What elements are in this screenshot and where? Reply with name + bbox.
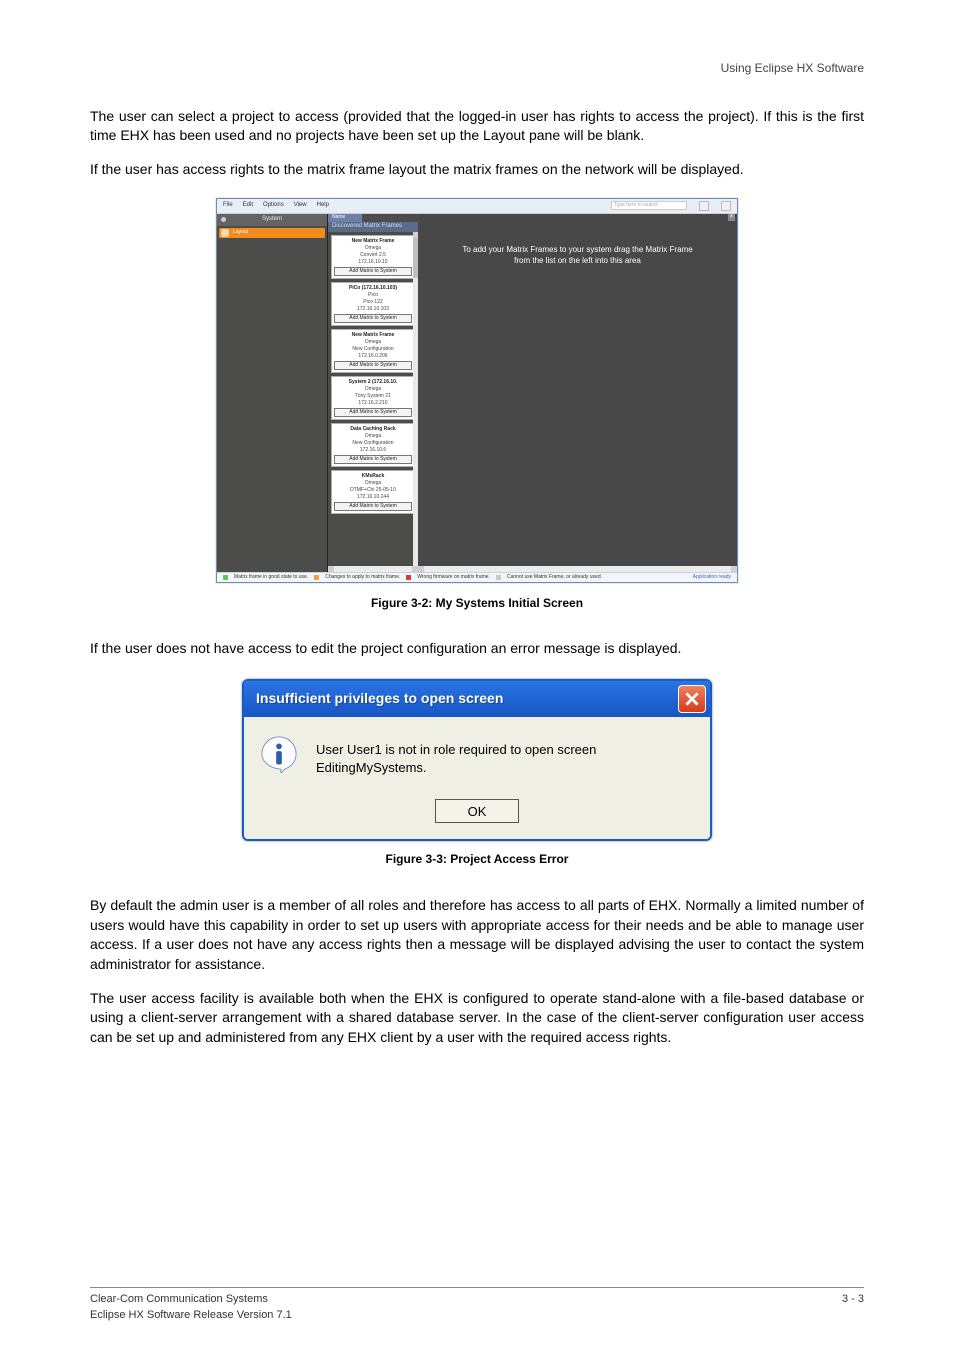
- footer-left: Clear-Com Communication Systems: [90, 1292, 292, 1307]
- frame-card[interactable]: PiCo (172.16.10.103) Pico Pico 122 172.1…: [331, 282, 415, 326]
- frame-line: 172.16.10.244: [334, 494, 412, 501]
- paragraph: If the user has access rights to the mat…: [90, 160, 864, 180]
- add-matrix-button[interactable]: Add Matrix to System: [334, 455, 412, 464]
- frame-title: PiCo (172.16.10.103): [334, 285, 412, 292]
- gear-icon: [221, 217, 226, 222]
- dialog-title-text: Insufficient privileges to open screen: [256, 689, 503, 709]
- dialog-titlebar: Insufficient privileges to open screen: [244, 681, 710, 717]
- status-text: Changes to apply to matrix frame.: [325, 574, 400, 581]
- menu-options[interactable]: Options: [263, 201, 284, 209]
- footer-center: Eclipse HX Software Release Version 7.1: [90, 1308, 292, 1323]
- frames-panel: Name Discovered Matrix Frames New Matrix…: [328, 214, 418, 572]
- add-matrix-button[interactable]: Add Matrix to System: [334, 267, 412, 276]
- frame-title: System 2 (172.16.10.: [334, 379, 412, 386]
- frame-line: 172.16.10.6: [334, 447, 412, 454]
- frame-line: Omega: [334, 433, 412, 440]
- ok-button[interactable]: OK: [435, 799, 519, 823]
- menu-help[interactable]: Help: [317, 201, 329, 209]
- scrollbar-horizontal[interactable]: [328, 566, 418, 572]
- status-dot-green: [223, 575, 228, 580]
- search-icon[interactable]: [699, 201, 709, 211]
- menu-file[interactable]: File: [223, 201, 233, 209]
- close-icon[interactable]: ×: [728, 214, 735, 221]
- status-text: Matrix frame in good state to use.: [234, 574, 308, 581]
- frame-card[interactable]: New Matrix Frame Omega Convert 2.5 172.1…: [331, 235, 415, 279]
- name-tab[interactable]: Name: [328, 214, 362, 222]
- frame-line: Omega: [334, 480, 412, 487]
- frame-line: New Configuration: [334, 440, 412, 447]
- drop-area[interactable]: × To add your Matrix Frames to your syst…: [418, 214, 737, 572]
- figure-caption: Figure 3-3: Project Access Error: [90, 851, 864, 868]
- frame-card[interactable]: KMsRack Omega DTMF+Chi 25-05-10 172.16.1…: [331, 470, 415, 514]
- search-input[interactable]: Type here to search: [611, 201, 687, 210]
- frame-title: Data Caching Rack: [334, 426, 412, 433]
- running-title: Using Eclipse HX Software: [90, 60, 864, 77]
- status-text: Wrong firmware on matrix frame.: [417, 574, 490, 581]
- menubar: File Edit Options View Help Type here to…: [217, 199, 737, 214]
- add-matrix-button[interactable]: Add Matrix to System: [334, 314, 412, 323]
- error-dialog: Insufficient privileges to open screen U…: [242, 679, 712, 841]
- frame-line: Tony System 21: [334, 393, 412, 400]
- toolbar-icon[interactable]: [721, 201, 731, 211]
- frame-card[interactable]: New Matrix Frame Omega New Configuration…: [331, 329, 415, 373]
- figure-caption: Figure 3-2: My Systems Initial Screen: [90, 595, 864, 612]
- nav-layout[interactable]: Layout: [219, 228, 325, 238]
- frame-line: 172.16.10.103: [334, 306, 412, 313]
- nav-label: Layout: [233, 229, 248, 236]
- discovered-header: Discovered Matrix Frames: [328, 222, 418, 232]
- frame-line: 172.16.2.210: [334, 400, 412, 407]
- status-dot-orange: [314, 575, 319, 580]
- status-text: Cannot use Matrix Frame, or already used…: [507, 574, 602, 581]
- status-dot-gray: [496, 575, 501, 580]
- left-panel: System Layout: [217, 214, 328, 572]
- paragraph: The user access facility is available bo…: [90, 989, 864, 1048]
- app-window: File Edit Options View Help Type here to…: [216, 198, 738, 583]
- add-matrix-button[interactable]: Add Matrix to System: [334, 361, 412, 370]
- footer-pagenum: 3 - 3: [842, 1292, 864, 1323]
- close-icon[interactable]: [678, 685, 706, 713]
- status-bar: Matrix frame in good state to use. Chang…: [217, 572, 737, 582]
- paragraph: If the user does not have access to edit…: [90, 639, 864, 659]
- frame-line: Pico: [334, 292, 412, 299]
- frame-line: Omega: [334, 386, 412, 393]
- frame-line: Omega: [334, 339, 412, 346]
- paragraph: By default the admin user is a member of…: [90, 896, 864, 974]
- frame-line: Pico 122: [334, 299, 412, 306]
- add-matrix-button[interactable]: Add Matrix to System: [334, 408, 412, 417]
- frame-line: 172.16.10.10: [334, 259, 412, 266]
- frame-title: New Matrix Frame: [334, 332, 412, 339]
- frame-title: KMsRack: [334, 473, 412, 480]
- frame-line: Omega: [334, 245, 412, 252]
- frame-line: New Configuration: [334, 346, 412, 353]
- frame-card[interactable]: System 2 (172.16.10. Omega Tony System 2…: [331, 376, 415, 420]
- system-header: System: [217, 214, 327, 226]
- frame-line: Convert 2.5: [334, 252, 412, 259]
- status-ready: Application ready: [693, 574, 731, 581]
- page-footer: Clear-Com Communication Systems Eclipse …: [90, 1287, 864, 1323]
- frame-card[interactable]: Data Caching Rack Omega New Configuratio…: [331, 423, 415, 467]
- frame-title: New Matrix Frame: [334, 238, 412, 245]
- drop-message: To add your Matrix Frames to your system…: [418, 244, 737, 266]
- system-label: System: [262, 215, 282, 223]
- paragraph: The user can select a project to access …: [90, 107, 864, 146]
- frames-list: New Matrix Frame Omega Convert 2.5 172.1…: [328, 232, 418, 566]
- frame-line: 172.16.0.206: [334, 353, 412, 360]
- frame-line: DTMF+Chi 25-05-10: [334, 487, 412, 494]
- dialog-message: User User1 is not in role required to op…: [316, 741, 694, 777]
- info-icon: [260, 735, 298, 773]
- menu-edit[interactable]: Edit: [243, 201, 253, 209]
- scrollbar-horizontal[interactable]: [418, 566, 737, 572]
- status-dot-red: [406, 575, 411, 580]
- menu-view[interactable]: View: [294, 201, 307, 209]
- add-matrix-button[interactable]: Add Matrix to System: [334, 502, 412, 511]
